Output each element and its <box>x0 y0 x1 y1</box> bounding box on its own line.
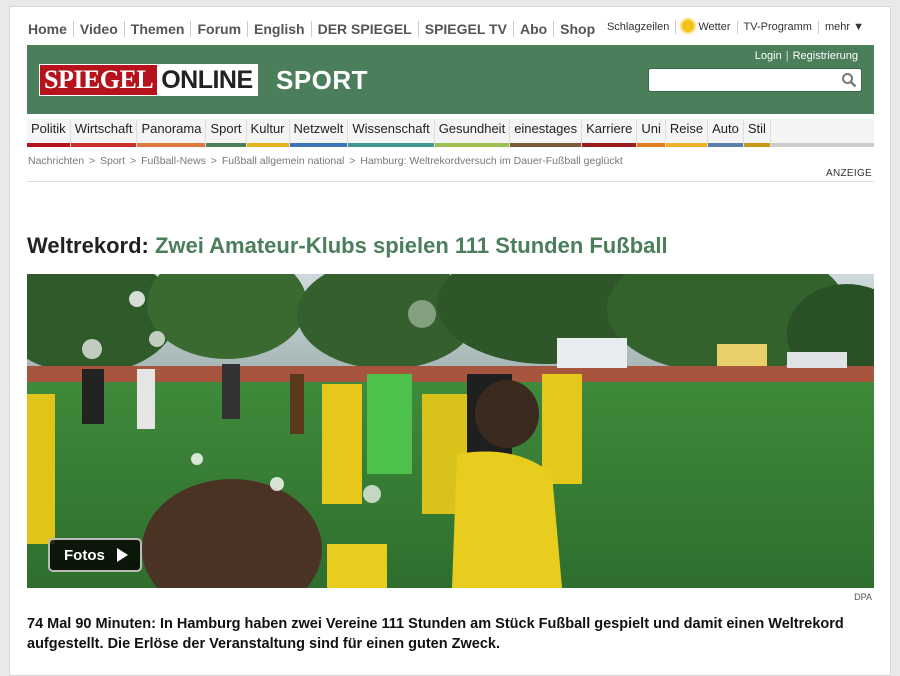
top-navigation: Home Video Themen Forum English DER SPIE… <box>28 17 601 41</box>
search-icon[interactable] <box>841 72 857 88</box>
breadcrumb-item[interactable]: Fußball allgemein national <box>221 155 346 167</box>
breadcrumb-separator: > <box>207 155 220 167</box>
wetter-link[interactable]: Wetter <box>675 20 736 34</box>
section-auto[interactable]: Auto <box>708 119 744 147</box>
section-sport[interactable]: Sport <box>206 119 247 147</box>
site-header: Login | Registrierung SPIEGEL ONLINE SPORT <box>27 45 874 114</box>
account-links: Login | Registrierung <box>751 50 862 62</box>
section-color-bar <box>510 143 582 147</box>
section-wirtschaft[interactable]: Wirtschaft <box>70 119 138 147</box>
topnav-english[interactable]: English <box>248 21 312 37</box>
fotos-gallery-button[interactable]: Fotos <box>48 538 142 572</box>
wetter-label: Wetter <box>698 21 731 33</box>
article-teaser: 74 Mal 90 Minuten: In Hamburg haben zwei… <box>27 616 844 652</box>
topnav-spiegel-tv[interactable]: SPIEGEL TV <box>419 21 514 37</box>
topnav-home[interactable]: Home <box>28 21 74 37</box>
section-color-bar <box>27 143 70 147</box>
section-label: Netzwelt <box>293 121 344 136</box>
section-netzwelt[interactable]: Netzwelt <box>289 119 349 147</box>
section-label: Sport <box>210 121 242 136</box>
topnav-themen[interactable]: Themen <box>125 21 192 37</box>
nav-filler <box>770 119 874 147</box>
headline-kicker: Weltrekord: <box>27 233 149 258</box>
mehr-dropdown[interactable]: mehr ▼ <box>817 20 870 34</box>
section-color-bar <box>70 143 137 147</box>
breadcrumb-item: Hamburg: Weltrekordversuch im Dauer-Fußb… <box>360 155 623 167</box>
section-color-bar <box>246 143 289 147</box>
section-label: Stil <box>747 121 766 136</box>
section-color-bar <box>743 143 770 147</box>
section-color-bar <box>434 143 510 147</box>
play-arrow-icon <box>116 548 128 562</box>
section-label: Reise <box>669 121 704 136</box>
section-label: Gesundheit <box>438 121 506 136</box>
logo-online: ONLINE <box>157 65 257 95</box>
section-gesundheit[interactable]: Gesundheit <box>434 119 511 147</box>
section-color-bar <box>637 143 665 147</box>
tv-programm-link[interactable]: TV-Programm <box>736 20 818 34</box>
section-stil[interactable]: Stil <box>743 119 771 147</box>
photo-credit: DPA <box>854 592 872 602</box>
topnav-forum[interactable]: Forum <box>191 21 249 37</box>
search-input[interactable] <box>648 68 862 92</box>
article-photo[interactable]: Fotos <box>27 274 874 588</box>
breadcrumb-item[interactable]: Fußball-News <box>140 155 207 167</box>
section-color-bar <box>137 143 206 147</box>
section-label: Panorama <box>141 121 202 136</box>
section-karriere[interactable]: Karriere <box>582 119 638 147</box>
breadcrumb-separator: > <box>346 155 359 167</box>
topnav-abo[interactable]: Abo <box>514 21 555 37</box>
schlagzeilen-link[interactable]: Schlagzeilen <box>601 21 675 34</box>
section-label: einestages <box>514 121 578 136</box>
article-headline: Weltrekord: Zwei Amateur-Klubs spielen 1… <box>27 233 668 259</box>
photo-scene <box>27 274 874 588</box>
login-link[interactable]: Login <box>751 50 786 62</box>
sun-icon <box>682 20 695 32</box>
topnav-shop[interactable]: Shop <box>554 21 601 37</box>
section-kultur[interactable]: Kultur <box>246 119 290 147</box>
section-reise[interactable]: Reise <box>665 119 709 147</box>
section-label: Wirtschaft <box>74 121 133 136</box>
spiegel-online-logo[interactable]: SPIEGEL ONLINE <box>39 64 258 96</box>
section-title[interactable]: SPORT <box>276 65 368 96</box>
section-label: Wissenschaft <box>352 121 430 136</box>
section-panorama[interactable]: Panorama <box>137 119 207 147</box>
divider <box>27 181 874 182</box>
breadcrumb: Nachrichten > Sport > Fußball-News > Fuß… <box>27 155 624 167</box>
section-label: Uni <box>641 121 661 136</box>
section-color-bar <box>289 143 348 147</box>
section-label: Karriere <box>586 121 633 136</box>
fotos-label: Fotos <box>64 546 105 564</box>
headline-main: Zwei Amateur-Klubs spielen 111 Stunden F… <box>154 233 668 258</box>
utility-links: Schlagzeilen Wetter TV-Programm mehr ▼ <box>601 20 870 34</box>
section-label: Politik <box>31 121 66 136</box>
logo-spiegel: SPIEGEL <box>40 65 158 95</box>
section-label: Kultur <box>250 121 285 136</box>
section-color-bar <box>348 143 434 147</box>
breadcrumb-item[interactable]: Sport <box>99 155 126 167</box>
section-politik[interactable]: Politik <box>27 119 71 147</box>
section-label: Auto <box>712 121 739 136</box>
breadcrumb-separator: > <box>127 155 140 167</box>
register-link[interactable]: Registrierung <box>789 50 862 62</box>
section-color-bar <box>665 143 708 147</box>
section-einestages[interactable]: einestages <box>510 119 583 147</box>
section-color-bar <box>206 143 246 147</box>
breadcrumb-item[interactable]: Nachrichten <box>27 155 85 167</box>
breadcrumb-separator: > <box>86 155 98 167</box>
ad-label: ANZEIGE <box>826 168 872 179</box>
section-uni[interactable]: Uni <box>637 119 666 147</box>
section-navigation: Politik Wirtschaft Panorama Sport Kultur Netz… <box>27 119 874 147</box>
section-color-bar <box>582 143 637 147</box>
topnav-video[interactable]: Video <box>74 21 125 37</box>
topnav-der-spiegel[interactable]: DER SPIEGEL <box>312 21 419 37</box>
section-wissenschaft[interactable]: Wissenschaft <box>348 119 435 147</box>
section-color-bar <box>708 143 743 147</box>
page: Home Video Themen Forum English DER SPIE… <box>9 6 891 676</box>
